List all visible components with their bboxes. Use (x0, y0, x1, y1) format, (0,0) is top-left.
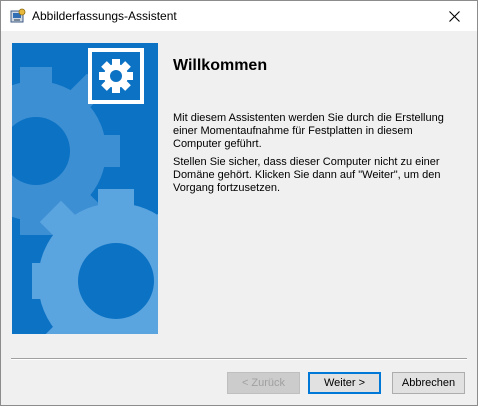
close-icon (449, 10, 460, 22)
wizard-content: Willkommen Mit diesem Assistenten werden… (1, 31, 477, 341)
instruction-paragraph: Stellen Sie sicher, dass dieser Computer… (173, 156, 441, 194)
next-button[interactable]: Weiter > (308, 372, 381, 394)
banner-gears-graphic (12, 48, 158, 334)
back-button[interactable]: < Zurück (227, 372, 300, 394)
close-button[interactable] (432, 1, 477, 31)
window-title: Abbilderfassungs-Assistent (32, 9, 177, 23)
page-title: Willkommen (173, 57, 268, 74)
title-bar[interactable]: Abbilderfassungs-Assistent (1, 1, 477, 31)
app-wizard-icon (10, 8, 26, 23)
wizard-banner (12, 43, 158, 334)
intro-paragraph: Mit diesem Assistenten werden Sie durch … (173, 112, 444, 150)
wizard-window: Abbilderfassungs-Assistent Willkommen Mi… (0, 0, 478, 406)
footer-divider (11, 358, 467, 360)
cancel-button[interactable]: Abbrechen (392, 372, 465, 394)
